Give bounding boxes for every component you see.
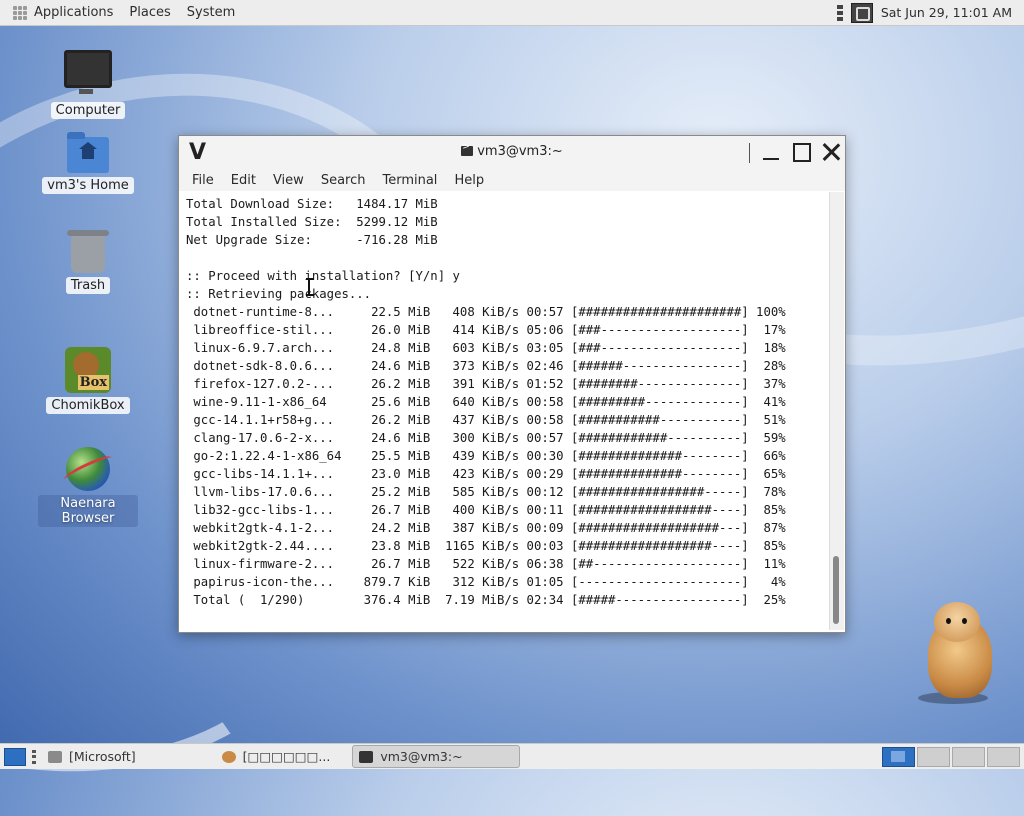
window-titlebar[interactable]: V vm3@vm3:~ bbox=[179, 136, 845, 169]
chomikbox-icon: Box bbox=[65, 347, 111, 393]
terminal-output[interactable]: Total Download Size: 1484.17 MiB Total In… bbox=[179, 192, 829, 630]
terminal-line: linux-6.9.7.arch... 24.8 MiB 603 KiB/s 0… bbox=[186, 341, 786, 355]
network-tray-icon[interactable] bbox=[850, 2, 873, 23]
terminal-line: gcc-14.1.1+r58+g... 26.2 MiB 437 KiB/s 0… bbox=[186, 413, 786, 427]
menu-view[interactable]: View bbox=[273, 173, 304, 188]
terminal-line: clang-17.0.6-2-x... 24.6 MiB 300 KiB/s 0… bbox=[186, 431, 786, 445]
computer-icon bbox=[64, 50, 112, 94]
workspace-4[interactable] bbox=[987, 747, 1020, 767]
terminal-line: Total Download Size: 1484.17 MiB bbox=[186, 197, 438, 211]
trash-icon bbox=[67, 230, 109, 273]
terminal-line: webkit2gtk-4.1-2... 24.2 MiB 387 KiB/s 0… bbox=[186, 521, 786, 535]
home-folder-icon bbox=[67, 132, 109, 173]
minimize-button[interactable] bbox=[761, 142, 781, 162]
terminal-line: go-2:1.22.4-1-x86_64 25.5 MiB 439 KiB/s … bbox=[186, 449, 786, 463]
terminal-line: libreoffice-stil... 26.0 MiB 414 KiB/s 0… bbox=[186, 323, 786, 337]
desktop-icon-naenara-browser[interactable]: Naenara Browser bbox=[38, 447, 138, 527]
close-button[interactable] bbox=[821, 142, 841, 162]
maximize-button[interactable] bbox=[791, 142, 811, 162]
terminal-line: dotnet-sdk-8.0.6... 24.6 MiB 373 KiB/s 0… bbox=[186, 359, 786, 373]
menu-terminal[interactable]: Terminal bbox=[382, 173, 437, 188]
taskbar-item-chomikbox[interactable]: [□□□□□□... bbox=[216, 746, 337, 767]
desktop-icon-computer[interactable]: Computer bbox=[38, 50, 138, 119]
menu-applications[interactable]: Applications bbox=[34, 5, 113, 20]
titlebar-separator bbox=[749, 143, 750, 163]
terminal-line: linux-firmware-2... 26.7 MiB 522 KiB/s 0… bbox=[186, 557, 786, 571]
menu-file[interactable]: File bbox=[192, 173, 214, 188]
window-title: vm3@vm3:~ bbox=[179, 142, 845, 159]
desktop-icon-label: Trash bbox=[65, 277, 111, 294]
taskbar-item-label: [□□□□□□... bbox=[242, 749, 331, 764]
terminal-text: Total Download Size: 1484.17 MiB Total In… bbox=[179, 192, 829, 609]
folder-icon bbox=[48, 750, 62, 763]
top-panel: Applications Places System Sat Jun 29, 1… bbox=[0, 0, 1024, 26]
workspace-3[interactable] bbox=[952, 747, 985, 767]
menu-search[interactable]: Search bbox=[321, 173, 366, 188]
menu-system[interactable]: System bbox=[187, 5, 235, 20]
clock[interactable]: Sat Jun 29, 11:01 AM bbox=[881, 5, 1012, 20]
taskbar-item-microsoft[interactable]: [Microsoft] bbox=[42, 746, 142, 767]
terminal-line: Total ( 1/290) 376.4 MiB 7.19 MiB/s 02:3… bbox=[186, 593, 786, 607]
terminal-icon bbox=[359, 750, 374, 763]
desktop-icon-chomikbox[interactable]: Box ChomikBox bbox=[38, 347, 138, 414]
terminal-scrollbar[interactable] bbox=[829, 192, 844, 630]
terminal-line: webkit2gtk-2.44.... 23.8 MiB 1165 KiB/s … bbox=[186, 539, 786, 553]
chomikbox-icon bbox=[221, 750, 236, 763]
scrollbar-thumb[interactable] bbox=[833, 556, 839, 624]
taskbar-item-terminal[interactable]: vm3@vm3:~ bbox=[352, 745, 521, 768]
taskbar-item-label: [Microsoft] bbox=[69, 749, 136, 764]
hamster-mascot-icon[interactable] bbox=[918, 600, 998, 704]
desktop-icon-label: Naenara Browser bbox=[38, 495, 138, 527]
terminal-line: :: Proceed with installation? [Y/n] y bbox=[186, 269, 460, 283]
terminal-line: llvm-libs-17.0.6... 25.2 MiB 585 KiB/s 0… bbox=[186, 485, 786, 499]
terminal-line: papirus-icon-the... 879.7 KiB 312 KiB/s … bbox=[186, 575, 786, 589]
bottom-panel: [Microsoft] [□□□□□□... vm3@vm3:~ bbox=[0, 743, 1024, 769]
desktop-icon-label: ChomikBox bbox=[46, 397, 130, 414]
naenara-browser-icon bbox=[66, 447, 110, 491]
terminal-line: lib32-gcc-libs-1... 26.7 MiB 400 KiB/s 0… bbox=[186, 503, 786, 517]
workspace-1[interactable] bbox=[882, 747, 915, 767]
taskbar-item-label: vm3@vm3:~ bbox=[380, 749, 463, 764]
menu-help[interactable]: Help bbox=[454, 173, 484, 188]
workspace-2[interactable] bbox=[917, 747, 950, 767]
desktop-icon-home[interactable]: vm3's Home bbox=[38, 132, 138, 194]
terminal-line: Total Installed Size: 5299.12 MiB bbox=[186, 215, 438, 229]
desktop-icon-label: Computer bbox=[50, 102, 126, 119]
panel-handle-icon[interactable] bbox=[32, 749, 36, 764]
terminal-line: Net Upgrade Size: -716.28 MiB bbox=[186, 233, 438, 247]
terminal-line: gcc-libs-14.1.1+... 23.0 MiB 423 KiB/s 0… bbox=[186, 467, 786, 481]
terminal-menubar: File Edit View Search Terminal Help bbox=[179, 169, 845, 191]
terminal-icon bbox=[461, 142, 474, 156]
terminal-line: firefox-127.0.2-... 26.2 MiB 391 KiB/s 0… bbox=[186, 377, 786, 391]
window-title-text: vm3@vm3:~ bbox=[477, 144, 563, 159]
menu-edit[interactable]: Edit bbox=[231, 173, 256, 188]
desktop-icon-label: vm3's Home bbox=[42, 177, 134, 194]
desktop-icon-trash[interactable]: Trash bbox=[38, 230, 138, 294]
applications-grid-icon[interactable] bbox=[13, 5, 27, 20]
mouse-ibeam-cursor-icon bbox=[306, 278, 314, 296]
terminal-line: dotnet-runtime-8... 22.5 MiB 408 KiB/s 0… bbox=[186, 305, 786, 319]
show-desktop-button[interactable] bbox=[4, 747, 26, 766]
tray-handle-icon[interactable] bbox=[836, 4, 843, 21]
menu-places[interactable]: Places bbox=[129, 5, 170, 20]
workspace-switcher[interactable] bbox=[882, 747, 1020, 767]
terminal-line: :: Retrieving packages... bbox=[186, 287, 372, 301]
terminal-window: V vm3@vm3:~ File Edit View Search Termin… bbox=[178, 135, 846, 633]
terminal-line: wine-9.11-1-x86_64 25.6 MiB 640 KiB/s 00… bbox=[186, 395, 786, 409]
